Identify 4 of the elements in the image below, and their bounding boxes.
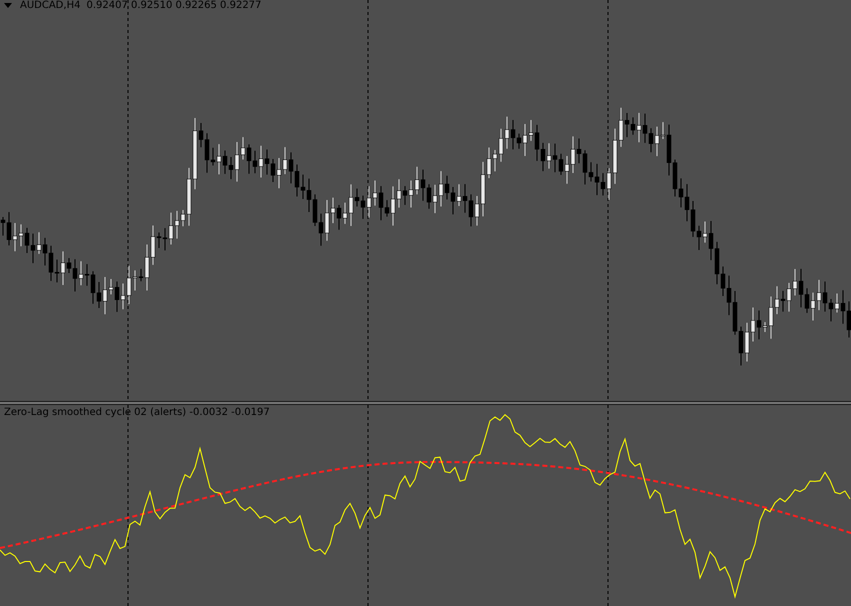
indicator-label: Zero-Lag smoothed cycle 02 (alerts) -0.0032 -0.0197 (4, 407, 270, 418)
dropdown-triangle-icon[interactable] (4, 3, 12, 8)
symbol-label: AUDCAD,H4 (20, 0, 80, 11)
price-quote: 0.92407 0.92510 0.92265 0.92277 (86, 0, 262, 11)
